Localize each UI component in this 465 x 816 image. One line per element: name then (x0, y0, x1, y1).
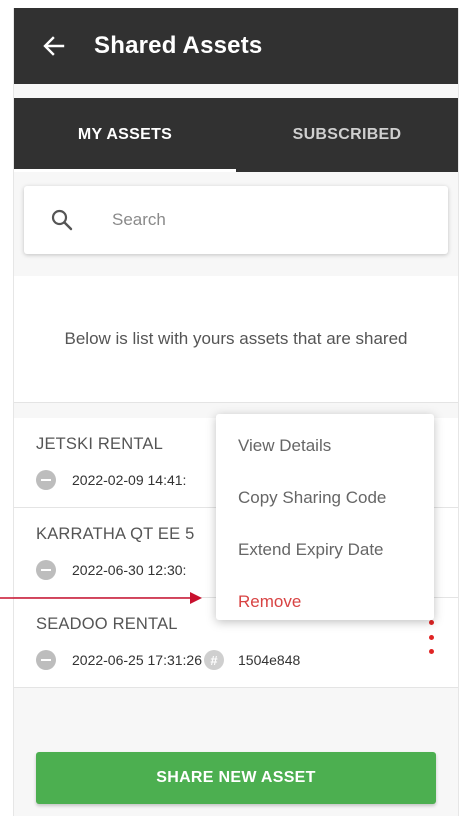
asset-name: KARRATHA QT EE 5 (36, 525, 195, 543)
context-menu: View Details Copy Sharing Code Extend Ex… (216, 414, 434, 620)
app-bar: Shared Assets (14, 8, 458, 84)
menu-item-remove[interactable]: Remove (216, 576, 434, 628)
back-button[interactable] (14, 8, 94, 84)
intro-text: Below is list with yours assets that are… (64, 329, 408, 348)
hash-icon: # (204, 650, 224, 670)
minus-circle-icon (36, 470, 56, 490)
app-screen: Shared Assets MY ASSETS SUBSCRIBED Below… (13, 8, 459, 816)
asset-meta: 2022-02-09 14:41: (36, 470, 186, 490)
search-bar (24, 186, 448, 254)
asset-name: JETSKI RENTAL (36, 435, 163, 453)
tab-subscribed[interactable]: SUBSCRIBED (236, 98, 458, 172)
tab-bar: MY ASSETS SUBSCRIBED (14, 98, 458, 172)
asset-timestamp: 2022-02-09 14:41: (72, 472, 187, 488)
annotation-arrow (0, 592, 202, 604)
minus-circle-icon (36, 560, 56, 580)
menu-item-copy-sharing-code[interactable]: Copy Sharing Code (216, 472, 434, 524)
asset-meta: 2022-06-30 12:30: (36, 560, 186, 580)
arrow-left-icon (43, 36, 65, 56)
page-title: Shared Assets (94, 32, 263, 59)
share-new-asset-button[interactable]: SHARE NEW ASSET (36, 752, 436, 804)
search-icon[interactable] (28, 209, 96, 231)
asset-timestamp: 2022-06-30 12:30: (72, 562, 187, 578)
asset-name: SEADOO RENTAL (36, 615, 178, 633)
asset-meta: 2022-06-25 17:31:26 # 1504e848 (36, 650, 300, 670)
asset-timestamp: 2022-06-25 17:31:26 (72, 652, 202, 668)
asset-sharing-code: 1504e848 (238, 652, 301, 668)
intro-panel: Below is list with yours assets that are… (14, 276, 458, 403)
search-input[interactable] (110, 209, 414, 231)
menu-item-view-details[interactable]: View Details (216, 420, 434, 472)
tab-my-assets[interactable]: MY ASSETS (14, 98, 236, 172)
menu-item-extend-expiry-date[interactable]: Extend Expiry Date (216, 524, 434, 576)
minus-circle-icon (36, 650, 56, 670)
